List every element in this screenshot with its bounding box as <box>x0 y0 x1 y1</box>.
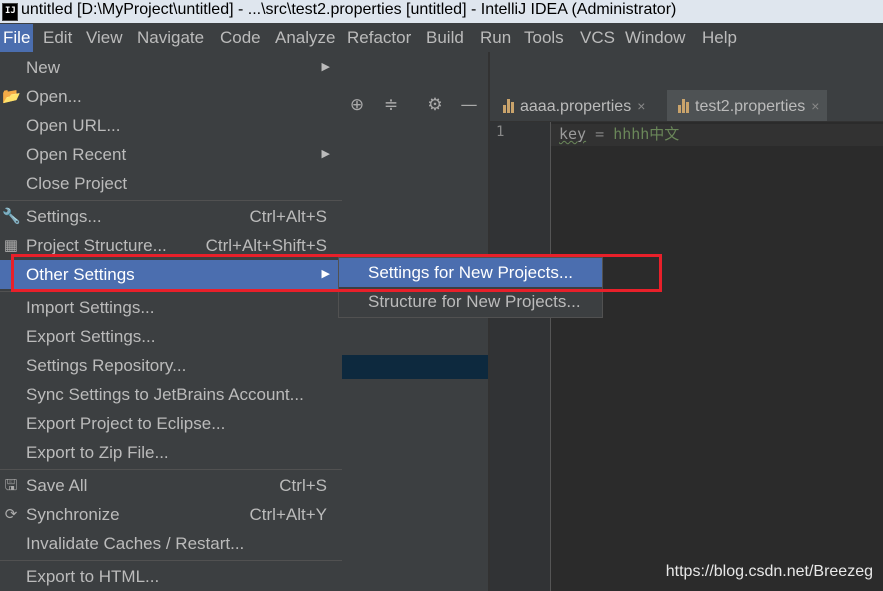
intellij-app-icon: IJ <box>2 3 18 21</box>
file-menu-dropdown: New ▶ 📂 Open... Open URL... Open Recent … <box>0 52 342 591</box>
project-tree-selected-row[interactable] <box>342 355 488 379</box>
menu-item-invalidate-caches[interactable]: Invalidate Caches / Restart... <box>0 529 342 558</box>
menu-analyze[interactable]: Analyze <box>275 27 335 49</box>
menu-code[interactable]: Code <box>220 27 261 49</box>
properties-file-icon <box>677 97 691 113</box>
menu-item-label: Export to HTML... <box>26 567 160 586</box>
menu-file[interactable]: File <box>0 24 34 52</box>
menu-item-label: New <box>26 58 61 77</box>
menu-item-export-eclipse[interactable]: Export Project to Eclipse... <box>0 409 342 438</box>
menu-item-save-all[interactable]: 🖫 Save All Ctrl+S <box>0 471 342 500</box>
menu-window[interactable]: Window <box>625 27 685 49</box>
menu-item-label: Settings Repository... <box>26 356 187 375</box>
menu-item-export-html[interactable]: Export to HTML... <box>0 562 342 591</box>
tool-window-header <box>342 52 490 88</box>
properties-file-icon <box>502 97 516 113</box>
sync-icon: ⟳ <box>4 506 18 523</box>
gutter-divider <box>550 122 551 591</box>
submenu-arrow-icon: ▶ <box>321 148 330 160</box>
shortcut-label: Ctrl+S <box>279 476 327 495</box>
watermark-url: https://blog.csdn.net/Breezeg <box>665 563 873 580</box>
wrench-icon: 🔧 <box>2 208 21 225</box>
menu-view[interactable]: View <box>86 27 123 49</box>
menu-item-label: Export to Zip File... <box>26 443 169 462</box>
minimize-icon[interactable]: — <box>459 95 479 115</box>
menu-item-close-project[interactable]: Close Project <box>0 169 342 198</box>
menu-item-open-recent[interactable]: Open Recent ▶ <box>0 140 342 169</box>
menu-refactor[interactable]: Refactor <box>347 27 411 49</box>
code-line[interactable]: key = hhhh中文 <box>559 123 679 144</box>
crosshair-icon[interactable]: ⊕ <box>347 95 367 115</box>
submenu-arrow-icon: ▶ <box>321 61 330 73</box>
menu-edit[interactable]: Edit <box>43 27 72 49</box>
menu-item-label: Import Settings... <box>26 298 155 317</box>
close-icon[interactable]: × <box>637 98 645 114</box>
menu-separator <box>0 200 342 201</box>
menu-separator <box>0 560 342 561</box>
menu-navigate[interactable]: Navigate <box>137 27 204 49</box>
project-toolbar: ⊕ ≑ ⚙ — <box>342 88 488 122</box>
line-number: 1 <box>496 124 505 140</box>
property-equals: = <box>586 125 614 143</box>
menu-item-open-url[interactable]: Open URL... <box>0 111 342 140</box>
menu-item-label: Save All <box>26 476 88 495</box>
close-icon[interactable]: × <box>811 98 819 114</box>
menu-item-export-settings[interactable]: Export Settings... <box>0 322 342 351</box>
menu-item-label: Export Project to Eclipse... <box>26 414 226 433</box>
menu-tools[interactable]: Tools <box>524 27 564 49</box>
menu-item-synchronize[interactable]: ⟳ Synchronize Ctrl+Alt+Y <box>0 500 342 529</box>
menu-item-open[interactable]: 📂 Open... <box>0 82 342 111</box>
menu-item-label: Open Recent <box>26 145 127 164</box>
menu-item-label: Synchronize <box>26 505 120 524</box>
folder-open-icon: 📂 <box>2 88 21 105</box>
menu-bar: File Edit View Navigate Code Analyze Ref… <box>0 23 883 52</box>
menu-item-label: Sync Settings to JetBrains Account... <box>26 385 304 404</box>
menu-build[interactable]: Build <box>426 27 464 49</box>
menu-item-label: Invalidate Caches / Restart... <box>26 534 245 553</box>
menu-run[interactable]: Run <box>480 27 511 49</box>
collapse-all-icon[interactable]: ≑ <box>381 95 401 115</box>
tab-label: test2.properties <box>695 98 806 115</box>
menu-help[interactable]: Help <box>702 27 737 49</box>
menu-separator <box>0 469 342 470</box>
shortcut-label: Ctrl+Alt+S <box>249 207 327 226</box>
tab-aaaa-properties[interactable]: aaaa.properties × <box>500 90 651 122</box>
menu-item-settings[interactable]: 🔧 Settings... Ctrl+Alt+S <box>0 202 342 231</box>
menu-item-label: Settings... <box>26 207 102 226</box>
window-title: untitled [D:\MyProject\untitled] - ...\s… <box>21 1 677 18</box>
highlight-annotation-box <box>11 254 662 292</box>
menu-item-export-zip[interactable]: Export to Zip File... <box>0 438 342 467</box>
menu-item-label: Open URL... <box>26 116 121 135</box>
menu-item-sync-settings[interactable]: Sync Settings to JetBrains Account... <box>0 380 342 409</box>
property-key: key <box>559 125 587 143</box>
gear-icon[interactable]: ⚙ <box>425 95 445 115</box>
property-value: hhhh中文 <box>613 125 680 143</box>
save-icon: 🖫 <box>4 477 18 494</box>
menu-item-settings-repository[interactable]: Settings Repository... <box>0 351 342 380</box>
shortcut-label: Ctrl+Alt+Y <box>249 505 327 524</box>
tab-test2-properties[interactable]: test2.properties × <box>667 90 828 122</box>
menu-item-label: Close Project <box>26 174 128 193</box>
title-bar: IJ untitled [D:\MyProject\untitled] - ..… <box>0 0 883 23</box>
menu-item-new[interactable]: New ▶ <box>0 53 342 82</box>
menu-item-label: Export Settings... <box>26 327 156 346</box>
menu-item-import-settings[interactable]: Import Settings... <box>0 293 342 322</box>
menu-item-label: Open... <box>26 87 82 106</box>
menu-vcs[interactable]: VCS <box>580 27 615 49</box>
tab-label: aaaa.properties <box>520 98 632 115</box>
editor-gutter <box>490 122 550 591</box>
